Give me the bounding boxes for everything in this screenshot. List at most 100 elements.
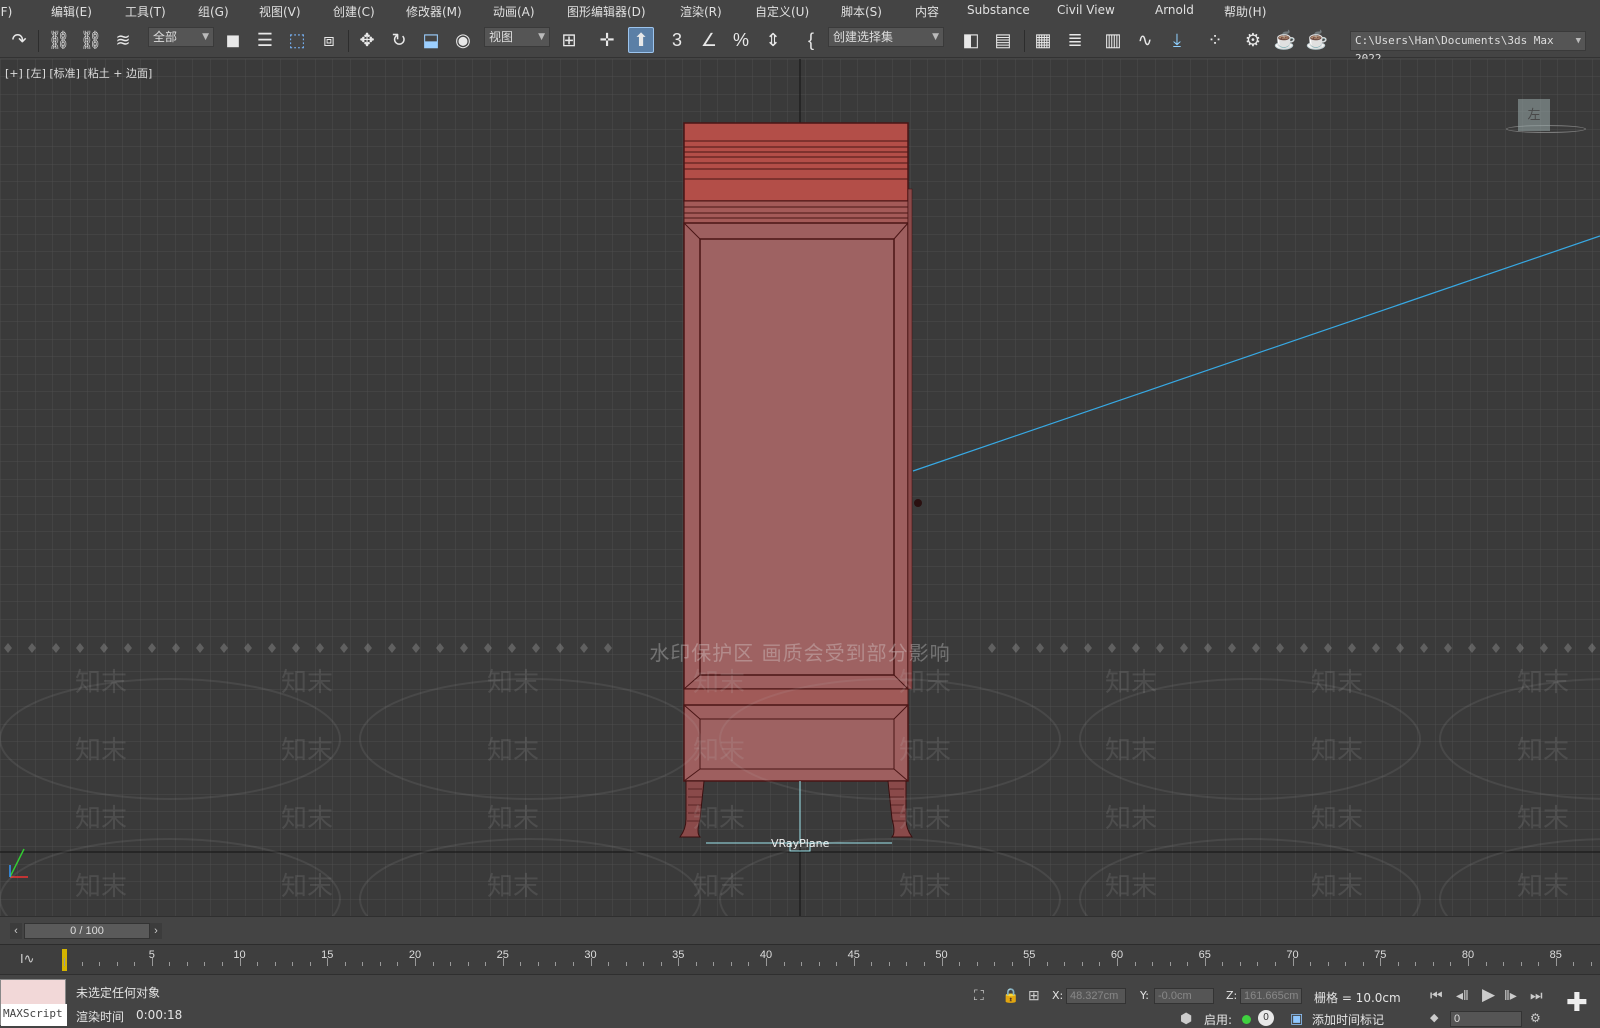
curve-editor-mini-icon[interactable]: I∿ — [20, 951, 35, 967]
menu-item[interactable]: 图形编辑器(D) — [567, 3, 646, 20]
render-setup-icon[interactable]: ⚙ — [1240, 27, 1266, 53]
trackbar-tick — [169, 962, 171, 966]
x-coord-field[interactable]: 48.327cm — [1066, 988, 1126, 1004]
toggle-ribbon-icon[interactable]: ▥ — [1100, 27, 1126, 53]
render-production-icon[interactable]: ☕ — [1304, 27, 1330, 53]
menu-item[interactable]: 自定义(U) — [755, 3, 809, 20]
viewport-scene — [0, 59, 1600, 916]
material-editor-icon[interactable]: ⁘ — [1202, 27, 1228, 53]
current-frame-field[interactable]: 0 — [1450, 1011, 1522, 1027]
selection-lock-icon[interactable]: 🔒 — [1002, 987, 1019, 1004]
curve-editor-icon[interactable]: ∿ — [1132, 27, 1158, 53]
schematic-view-icon[interactable]: ⤓ — [1164, 27, 1190, 53]
trackbar-tick — [994, 962, 996, 966]
select-manipulate-icon[interactable]: ✛ — [594, 27, 620, 53]
menu-item[interactable]: 创建(C) — [333, 3, 375, 20]
time-slider[interactable]: ‹ 0 / 100 › — [0, 916, 1600, 944]
absolute-mode-icon[interactable]: ⊞ — [1028, 987, 1040, 1004]
trackbar-tick-label: 70 — [1286, 949, 1299, 961]
prev-frame-arrow-icon[interactable]: ‹ — [10, 923, 22, 939]
named-selection-dropdown[interactable]: 创建选择集 ▼ — [828, 27, 944, 47]
select-object-icon[interactable]: ◼ — [220, 27, 246, 53]
menu-item[interactable]: Substance — [967, 3, 1030, 17]
maxscript-input[interactable]: MAXScript 迷 — [1, 1004, 67, 1026]
trackbar-tick — [204, 962, 206, 966]
redo-icon[interactable]: ↷ — [6, 27, 32, 53]
menu-item[interactable]: 工具(T) — [125, 3, 166, 20]
window-crossing-icon[interactable]: ⧈ — [316, 27, 342, 53]
isolate-selection-icon[interactable]: ⛶ — [974, 987, 984, 1004]
project-path-dropdown[interactable]: C:\Users\Han\Documents\3ds Max 2022▼ — [1350, 31, 1586, 65]
time-slider-thumb[interactable]: 0 / 100 — [24, 923, 150, 939]
viewport-left[interactable]: [+] [左] [标准] [粘土 + 边面] 左 VRayPlane 水印保护区… — [0, 59, 1600, 916]
previous-key-icon[interactable]: ◂‖ — [1456, 987, 1469, 1004]
place-icon[interactable]: ◉ — [450, 27, 476, 53]
select-by-name-icon[interactable]: ☰ — [252, 27, 278, 53]
bind-space-warp-icon[interactable]: ≋ — [110, 27, 136, 53]
menu-item[interactable]: 视图(V) — [259, 3, 301, 20]
adaptive-degradation-icon[interactable]: ⬢ — [1180, 1010, 1192, 1027]
trackbar-tick-label: 75 — [1374, 949, 1387, 961]
reference-coord-dropdown[interactable]: 视图 ▼ — [484, 27, 550, 47]
trackbar-tick — [1345, 962, 1347, 966]
add-time-tag[interactable]: 添加时间标记 — [1312, 1011, 1384, 1028]
menu-item[interactable]: Arnold — [1155, 3, 1194, 17]
align-icon[interactable]: ▤ — [990, 27, 1016, 53]
trackbar-tick — [643, 962, 645, 966]
percent-snap-icon[interactable]: % — [728, 27, 754, 53]
enable-count-badge[interactable]: 0 — [1258, 1010, 1274, 1026]
play-icon[interactable]: ▶ — [1482, 985, 1495, 1005]
trackbar-tick — [1187, 962, 1189, 966]
trackbar-tick-label: 25 — [496, 949, 509, 961]
main-toolbar: ↷ ⛓ ⛓ ≋ 全部 ▼ ◼ ☰ ⬚ ⧈ ✥ ↻ ⬓ ◉ 视图 ▼ ⊞ ✛ ⬆ 3 … — [0, 22, 1600, 65]
menu-item[interactable]: 组(G) — [198, 3, 229, 20]
menu-item[interactable]: 脚本(S) — [841, 3, 882, 20]
time-configuration-icon[interactable]: ⚙ — [1530, 1011, 1541, 1025]
menu-item[interactable]: 渲染(R) — [680, 3, 722, 20]
menu-item[interactable]: 帮助(H) — [1224, 3, 1266, 20]
selection-filter-dropdown[interactable]: 全部 ▼ — [148, 27, 214, 47]
maxscript-listener[interactable]: MAXScript 迷 — [0, 979, 67, 1026]
next-frame-arrow-icon[interactable]: › — [150, 923, 162, 939]
menu-item[interactable]: 内容 — [915, 3, 939, 20]
trackbar-tick — [906, 962, 908, 966]
snaps-toggle-icon[interactable]: 3 — [664, 27, 690, 53]
rendered-frame-window-icon[interactable]: ☕ — [1272, 27, 1298, 53]
angle-snap-icon[interactable]: ∠ — [696, 27, 722, 53]
trackbar-tick — [257, 962, 259, 966]
watermark-logo: 知末 — [75, 804, 128, 834]
keyboard-shortcut-override-icon[interactable]: ⬆ — [628, 27, 654, 53]
y-coord-field[interactable]: -0.0cm — [1154, 988, 1214, 1004]
link-icon[interactable]: ⛓ — [46, 27, 72, 53]
menu-item[interactable]: 动画(A) — [493, 3, 535, 20]
trackbar-tick — [397, 962, 399, 966]
menu-item[interactable]: Civil View — [1057, 3, 1115, 17]
trackbar-tick-label: 85 — [1549, 949, 1562, 961]
unlink-icon[interactable]: ⛓ — [78, 27, 104, 53]
go-to-start-icon[interactable]: ⏮ — [1430, 987, 1443, 1004]
edit-named-selection-icon[interactable]: { — [798, 27, 824, 53]
z-coord-field[interactable]: 161.665cm — [1240, 988, 1302, 1004]
pivot-center-icon[interactable]: ⊞ — [556, 27, 582, 53]
rectangle-selection-icon[interactable]: ⬚ — [284, 27, 310, 53]
go-to-end-icon[interactable]: ⏭ — [1530, 987, 1543, 1004]
scene-explorer-icon[interactable]: ▦ — [1030, 27, 1056, 53]
viewcube[interactable]: 左 — [1518, 99, 1550, 131]
rotate-icon[interactable]: ↻ — [386, 27, 412, 53]
menu-item[interactable]: 编辑(E) — [51, 3, 92, 20]
time-tag-icon[interactable]: ▣ — [1290, 1010, 1303, 1027]
menu-item[interactable]: 修改器(M) — [406, 3, 462, 20]
layer-explorer-icon[interactable]: ≣ — [1062, 27, 1088, 53]
move-icon[interactable]: ✥ — [354, 27, 380, 53]
scale-icon[interactable]: ⬓ — [418, 27, 444, 53]
mirror-icon[interactable]: ◧ — [958, 27, 984, 53]
trackbar-tick — [1274, 962, 1276, 966]
key-mode-toggle-icon[interactable]: ◆ — [1430, 1011, 1438, 1024]
viewport-navigation-icon[interactable]: ✚ — [1566, 987, 1588, 1018]
viewport-label[interactable]: [+] [左] [标准] [粘土 + 边面] — [5, 65, 152, 81]
track-bar[interactable]: I∿ 5 10 15 20 25 30 35 40 45 50 55 60 65 70 75 80 85 — [0, 944, 1600, 974]
next-key-icon[interactable]: ‖▸ — [1504, 987, 1517, 1004]
menu-item[interactable]: 文件(F) — [0, 3, 12, 20]
watermark-logo: 知末 — [1311, 872, 1364, 902]
spinner-snap-icon[interactable]: ⇕ — [760, 27, 786, 53]
